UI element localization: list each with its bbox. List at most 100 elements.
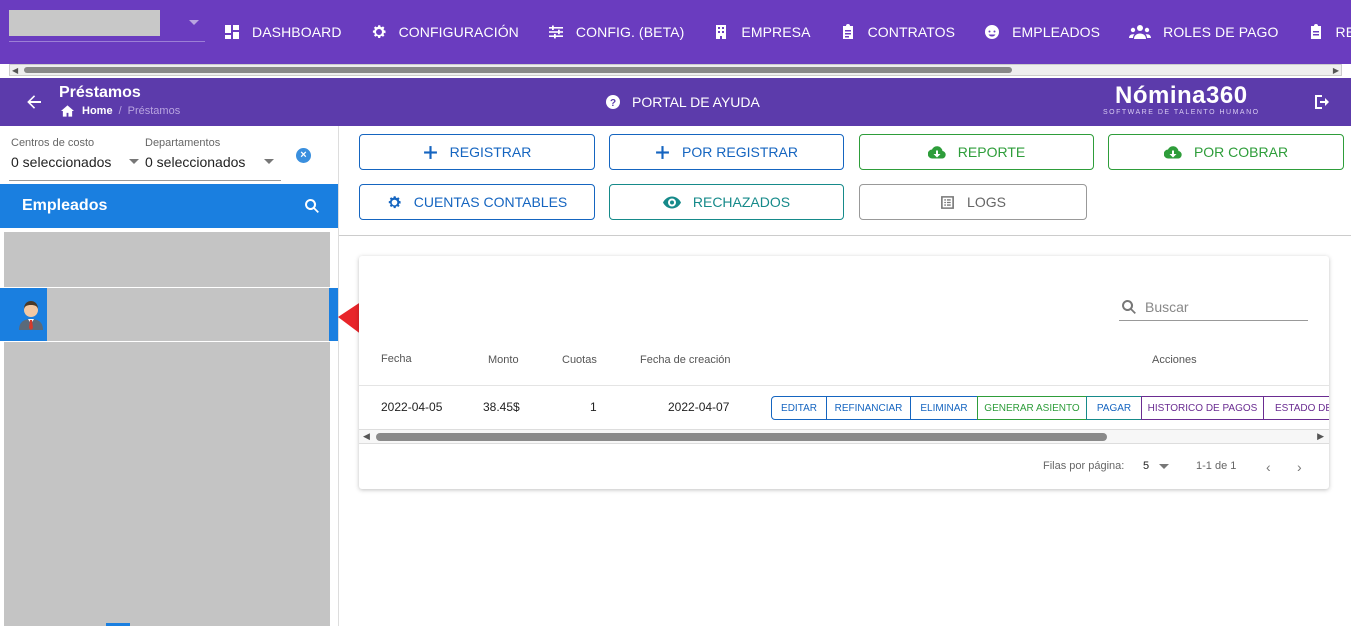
company-select[interactable] [9,10,205,42]
building-icon [716,25,727,39]
page-header: Préstamos Home / Préstamos ? PORTAL DE A… [0,78,1351,126]
main-nav: DASHBOARD CONFIGURACIÓN CONFIG. (BETA) E… [224,20,1351,44]
employee-list-redacted[interactable] [4,342,330,626]
department-value: 0 seleccionados [145,154,246,170]
chevron-down-icon[interactable] [129,159,139,164]
registrar-label: REGISTRAR [449,144,532,160]
nav-empresa[interactable]: EMPRESA [713,20,810,44]
generar-asiento-button[interactable]: GENERAR ASIENTO [977,396,1087,420]
scroll-left-arrow-icon[interactable]: ◀ [363,431,370,442]
employee-panel: Centros de costo 0 seleccionados Departa… [0,126,339,626]
cost-center-filter[interactable]: Centros de costo 0 seleccionados [11,137,111,170]
avatar-icon [19,301,43,330]
list-icon [941,195,954,209]
help-icon: ? [606,95,620,109]
por-cobrar-label: POR COBRAR [1193,144,1289,160]
column-header-monto[interactable]: Monto [488,354,519,366]
nav-label: ROLES DE PAGO [1163,24,1279,40]
employee-item-selected[interactable] [0,288,338,341]
reporte-button[interactable]: REPORTE [859,134,1094,170]
users-icon [1129,25,1152,39]
nav-config-beta[interactable]: CONFIG. (BETA) [548,20,684,44]
column-header-fecha-creacion[interactable]: Fecha de creación [640,354,731,366]
cuentas-contables-button[interactable]: CUENTAS CONTABLES [359,184,595,220]
sliders-icon [548,25,563,39]
pagination-range: 1-1 de 1 [1196,460,1237,472]
nav-dashboard[interactable]: DASHBOARD [224,20,342,44]
filter-underline [9,180,281,181]
table-horizontal-scrollbar[interactable]: ◀ ▶ [359,429,1329,444]
nav-label: CONTRATOS [867,24,956,40]
column-header-cuotas[interactable]: Cuotas [562,354,597,366]
face-icon [985,25,1000,39]
search-icon [1122,299,1136,314]
gear-icon [388,195,401,208]
breadcrumb-home[interactable]: Home [82,105,113,117]
refinanciar-button[interactable]: REFINANCIAR [826,396,911,420]
por-registrar-button[interactable]: POR REGISTRAR [609,134,844,170]
eye-icon [662,196,681,208]
report-icon [1310,24,1321,39]
pagar-button[interactable]: PAGAR [1086,396,1142,420]
por-cobrar-button[interactable]: POR COBRAR [1108,134,1344,170]
scroll-right-arrow-icon[interactable]: ▶ [1317,431,1324,442]
eliminar-button[interactable]: ELIMINAR [910,396,978,420]
clear-filters-icon[interactable]: × [296,148,311,163]
breadcrumb-current: Préstamos [127,105,181,117]
department-filter[interactable]: Departamentos 0 seleccionados [145,137,245,170]
section-divider [339,235,1351,236]
nav-contratos[interactable]: CONTRATOS [840,20,956,44]
search-placeholder: Buscar [1145,298,1189,315]
prev-page-icon[interactable]: ‹ [1266,459,1271,475]
cell-cuotas: 1 [590,400,597,414]
chevron-down-icon[interactable] [264,159,274,164]
page-title: Préstamos [59,84,141,101]
column-header-acciones: Acciones [1152,354,1197,366]
employee-item-redacted[interactable] [4,232,330,287]
top-navbar: DASHBOARD CONFIGURACIÓN CONFIG. (BETA) E… [0,0,1351,64]
historico-pagos-button[interactable]: HISTORICO DE PAGOS [1141,396,1264,420]
logs-button[interactable]: LOGS [859,184,1087,220]
back-arrow-icon[interactable] [24,92,44,112]
registrar-button[interactable]: REGISTRAR [359,134,595,170]
help-portal-link[interactable]: ? PORTAL DE AYUDA [606,94,760,110]
svg-text:?: ? [610,98,616,109]
dashboard-icon [225,25,239,39]
nav-label: REPORTES [1335,24,1351,40]
logout-icon[interactable] [1313,93,1331,111]
nav-horizontal-scrollbar[interactable]: ◀ ▶ [9,64,1342,76]
help-label: PORTAL DE AYUDA [632,94,760,110]
nav-label: EMPRESA [741,24,811,40]
scroll-left-arrow-icon[interactable]: ◀ [12,66,18,75]
nav-configuracion[interactable]: CONFIGURACIÓN [371,20,519,44]
scrollbar-thumb[interactable] [24,67,1012,73]
nav-empleados[interactable]: EMPLEADOS [984,20,1100,44]
nav-reportes[interactable]: REPORTES [1308,20,1351,44]
nav-label: EMPLEADOS [1012,24,1101,40]
nav-roles-de-pago[interactable]: ROLES DE PAGO [1129,20,1278,44]
nav-label: CONFIGURACIÓN [398,24,519,40]
cell-fecha-creacion: 2022-04-07 [668,400,730,414]
cuentas-contables-label: CUENTAS CONTABLES [413,194,568,210]
rechazados-button[interactable]: RECHAZADOS [609,184,844,220]
home-icon [61,105,74,117]
search-input[interactable]: Buscar [1119,293,1308,321]
logo-name: Nómina360 [1115,82,1248,109]
column-header-fecha[interactable]: Fecha [381,353,412,365]
breadcrumb-separator: / [118,105,122,117]
rows-per-page-select[interactable]: 5 [1143,460,1149,472]
scrollbar-thumb[interactable] [376,433,1107,441]
estado-button[interactable]: ESTADO DE [1263,396,1329,420]
reporte-label: REPORTE [957,144,1026,160]
nav-label: CONFIG. (BETA) [575,24,685,40]
search-icon[interactable] [304,198,320,214]
por-registrar-label: POR REGISTRAR [682,144,798,160]
cost-center-label: Centros de costo [11,137,95,149]
next-page-icon[interactable]: › [1297,459,1302,475]
chevron-down-icon[interactable] [1159,464,1169,469]
editar-button[interactable]: EDITAR [771,396,827,420]
scroll-right-arrow-icon[interactable]: ▶ [1333,66,1339,75]
nav-label: DASHBOARD [252,24,342,40]
rows-per-page-label: Filas por página: [1043,460,1125,472]
logs-label: LOGS [967,194,1006,210]
